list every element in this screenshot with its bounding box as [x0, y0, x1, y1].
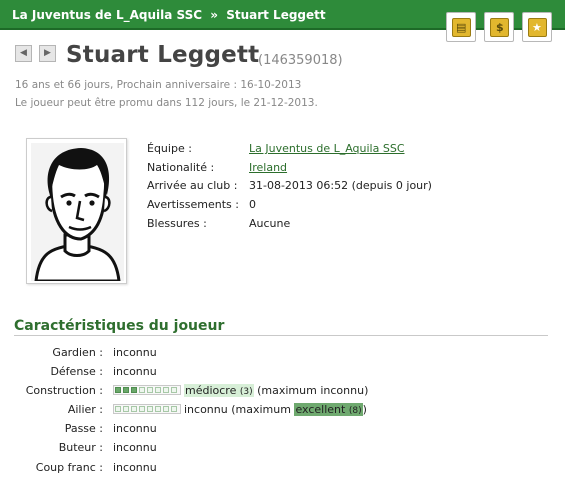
- skill-bar-segment: [115, 406, 121, 413]
- skill-max-open: (maximum: [257, 384, 321, 398]
- age-line: 16 ans et 66 jours, Prochain anniversair…: [15, 79, 302, 91]
- skill-max-close: ): [364, 384, 369, 398]
- skill-value: inconnu: [113, 441, 157, 455]
- next-player-button[interactable]: ▶: [39, 45, 56, 62]
- skill-bar-segment: [131, 406, 137, 413]
- nationality-label: Nationalité :: [147, 160, 215, 174]
- arrow-right-icon: ▶: [44, 48, 51, 58]
- skill-bar-segment: [131, 387, 137, 394]
- transfer-list-button[interactable]: [446, 12, 476, 42]
- arrow-left-icon: ◀: [20, 48, 27, 58]
- skill-max-value: inconnu: [320, 384, 365, 398]
- skill-value: inconnu (maximum excellent (8)): [113, 403, 367, 417]
- skill-value: médiocre (3) (maximum inconnu): [113, 384, 369, 398]
- warnings-value: 0: [249, 198, 256, 212]
- team-breadcrumb-link[interactable]: La Juventus de L_Aquila SSC: [12, 8, 202, 22]
- skill-bar-segment: [163, 387, 169, 394]
- skill-level-bar: [113, 404, 181, 415]
- previous-player-button[interactable]: ◀: [15, 45, 32, 62]
- sell-player-button[interactable]: [484, 12, 514, 42]
- section-divider: [14, 335, 548, 336]
- skill-label: Gardien :: [52, 346, 103, 359]
- star-icon: [528, 18, 547, 37]
- skill-value: inconnu: [113, 365, 157, 379]
- skill-bar-segment: [123, 387, 129, 394]
- skill-row-winger: Ailier : inconnu (maximum excellent (8)): [0, 403, 565, 422]
- arrival-value: 31-08-2013 06:52 (depuis 0 jour): [249, 179, 432, 193]
- player-face-illustration: [31, 143, 124, 281]
- skill-bar-segment: [155, 406, 161, 413]
- transfer-list-icon: [452, 18, 471, 37]
- skill-value: inconnu: [113, 460, 157, 474]
- skill-value: inconnu: [113, 422, 157, 436]
- skill-max-value: excellent (8): [294, 403, 363, 417]
- skills-table: Gardien : inconnu Défense : inconnu Cons…: [0, 346, 565, 480]
- warnings-label: Avertissements :: [147, 198, 239, 212]
- skill-row-passing: Passe : inconnu: [0, 422, 565, 441]
- page-header: La Juventus de L_Aquila SSC » Stuart Leg…: [0, 0, 565, 30]
- skill-bar-segment: [123, 406, 129, 413]
- skill-label: Buteur :: [58, 441, 103, 455]
- skill-label: Coup franc :: [35, 460, 103, 474]
- skill-bar-segment: [147, 406, 153, 413]
- injuries-label: Blessures :: [147, 216, 207, 230]
- player-id: (146359018): [258, 53, 343, 68]
- player-name: Stuart Leggett: [66, 42, 260, 68]
- skill-label: Ailier :: [67, 403, 103, 417]
- skill-max-number: (8): [348, 406, 362, 417]
- skill-bar-segment: [155, 387, 161, 394]
- promotion-line: Le joueur peut être promu dans 112 jours…: [15, 97, 318, 109]
- skill-label: Défense :: [50, 365, 103, 379]
- skill-max-open: (maximum: [231, 403, 295, 417]
- skill-bar-segment: [139, 406, 145, 413]
- injuries-value: Aucune: [249, 216, 291, 230]
- breadcrumb-separator: »: [210, 8, 219, 22]
- nationality-link[interactable]: Ireland: [249, 161, 287, 174]
- skill-row-defense: Défense : inconnu: [0, 365, 565, 384]
- skill-bar-segment: [163, 406, 169, 413]
- skill-bar-segment: [115, 387, 121, 394]
- player-avatar: [26, 138, 127, 284]
- bookmark-button[interactable]: [522, 12, 552, 42]
- skill-label: Passe :: [64, 422, 103, 436]
- skill-row-set-pieces: Coup franc : inconnu: [0, 461, 565, 480]
- skill-level-word: médiocre (3): [184, 384, 254, 398]
- skill-level-word: inconnu: [184, 403, 228, 417]
- team-link[interactable]: La Juventus de L_Aquila SSC: [249, 142, 405, 155]
- skill-bar-segment: [171, 387, 177, 394]
- breadcrumb: La Juventus de L_Aquila SSC » Stuart Leg…: [12, 8, 326, 22]
- skills-section-title: Caractéristiques du joueur: [14, 318, 225, 334]
- skill-bar-segment: [147, 387, 153, 394]
- money-icon: [490, 18, 509, 37]
- skill-row-goalkeeper: Gardien : inconnu: [0, 346, 565, 365]
- skill-label: Construction :: [25, 384, 103, 398]
- skill-max-close: ): [362, 403, 367, 417]
- skill-bar-segment: [171, 406, 177, 413]
- skill-value: inconnu: [113, 346, 157, 359]
- team-label: Équipe :: [147, 142, 192, 155]
- player-breadcrumb-label: Stuart Leggett: [226, 8, 326, 22]
- skill-level-number: (3): [239, 387, 253, 398]
- skill-row-playmaking: Construction : médiocre (3) (maximum inc…: [0, 384, 565, 403]
- arrival-label: Arrivée au club :: [147, 179, 238, 193]
- skill-row-scoring: Buteur : inconnu: [0, 441, 565, 460]
- skill-level-bar: [113, 385, 181, 396]
- skill-bar-segment: [139, 387, 145, 394]
